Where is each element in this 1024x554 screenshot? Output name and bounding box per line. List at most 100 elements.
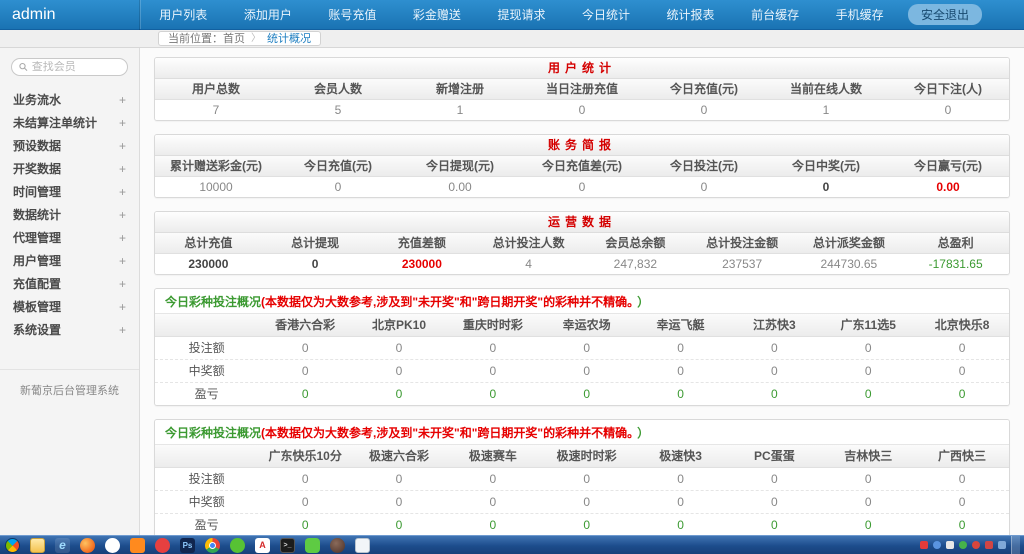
- sidebar-menu: 业务流水 + 未结算注单统计 + 预设数据 + 开奖数据 + 时间管理 + 数据…: [0, 88, 139, 341]
- stat-value-diff: 230000: [369, 254, 476, 274]
- profit-value: 0: [634, 383, 728, 405]
- internet-explorer-icon[interactable]: e: [55, 538, 70, 553]
- tray-help-icon[interactable]: [933, 541, 941, 549]
- column-header: 会员人数: [277, 79, 399, 99]
- panel-today-lottery-2: 今日彩种投注概况(本数据仅为大数参考,涉及到"未开奖"和"跨日期开奖"的彩种并不…: [154, 419, 1010, 535]
- stat-value: 7: [155, 100, 277, 120]
- expand-plus-icon[interactable]: +: [119, 300, 126, 314]
- sidebar-menu-item[interactable]: 系统设置 +: [0, 318, 139, 341]
- profit-value: 0: [727, 514, 821, 535]
- taskbar-apps: e Ps A >_: [0, 538, 370, 553]
- profit-value: 0: [821, 383, 915, 405]
- top-nav-item[interactable]: 添加用户: [244, 6, 292, 23]
- tray-sogou-icon[interactable]: [920, 541, 928, 549]
- tray-network-icon[interactable]: [998, 541, 1006, 549]
- font-tool-icon[interactable]: A: [255, 538, 270, 553]
- explorer-icon[interactable]: [30, 538, 45, 553]
- top-nav-item[interactable]: 用户列表: [159, 6, 207, 23]
- 2345-browser-icon[interactable]: [130, 538, 145, 553]
- media-player-icon[interactable]: [230, 538, 245, 553]
- profit-value: 0: [258, 383, 352, 405]
- sidebar-menu-item[interactable]: 未结算注单统计 +: [0, 111, 139, 134]
- bet-value: 0: [634, 468, 728, 490]
- expand-plus-icon[interactable]: +: [119, 139, 126, 153]
- stat-value: 0: [643, 177, 765, 197]
- stat-value: 1: [765, 100, 887, 120]
- bet-value: 0: [446, 337, 540, 359]
- sidebar-menu-item[interactable]: 开奖数据 +: [0, 157, 139, 180]
- expand-plus-icon[interactable]: +: [119, 231, 126, 245]
- expand-plus-icon[interactable]: +: [119, 323, 126, 337]
- expand-plus-icon[interactable]: +: [119, 254, 126, 268]
- stat-value: 0: [262, 254, 369, 274]
- expand-plus-icon[interactable]: +: [119, 277, 126, 291]
- profit-value: 0: [352, 383, 446, 405]
- notepad-icon[interactable]: [355, 538, 370, 553]
- lottery-column-header: 广东11选5: [821, 314, 915, 336]
- top-nav-item[interactable]: 提现请求: [497, 6, 545, 23]
- top-nav-item[interactable]: 手机缓存: [836, 6, 884, 23]
- sidebar-menu-item[interactable]: 业务流水 +: [0, 88, 139, 111]
- sidebar-menu-label: 数据统计: [13, 206, 61, 223]
- sidebar-menu-item[interactable]: 数据统计 +: [0, 203, 139, 226]
- bet-value: 0: [352, 468, 446, 490]
- expand-plus-icon[interactable]: +: [119, 162, 126, 176]
- column-header: 当日注册充值: [521, 79, 643, 99]
- profit-value: 0: [540, 514, 634, 535]
- firefox-icon[interactable]: [80, 538, 95, 553]
- member-search[interactable]: [11, 58, 128, 76]
- sidebar-menu-label: 模板管理: [13, 298, 61, 315]
- lottery-column-header: 广西快三: [915, 445, 1009, 467]
- lottery-column-header: 江苏快3: [727, 314, 821, 336]
- sogou-icon[interactable]: [155, 538, 170, 553]
- 360-safe-icon[interactable]: [105, 538, 120, 553]
- expand-plus-icon[interactable]: +: [119, 185, 126, 199]
- sidebar-menu-item[interactable]: 代理管理 +: [0, 226, 139, 249]
- user-app-icon[interactable]: [330, 538, 345, 553]
- row-label: 中奖额: [155, 491, 258, 513]
- wechat-icon[interactable]: [305, 538, 320, 553]
- photoshop-icon[interactable]: Ps: [180, 538, 195, 553]
- top-nav-item[interactable]: 今日统计: [582, 6, 630, 23]
- sidebar-menu-item[interactable]: 时间管理 +: [0, 180, 139, 203]
- expand-plus-icon[interactable]: +: [119, 93, 126, 107]
- start-button[interactable]: [5, 538, 20, 553]
- table-row: 230000 0 230000 4 247,832 237537 244730.…: [155, 254, 1009, 274]
- tray-clip-icon[interactable]: [946, 541, 954, 549]
- sidebar-menu-item[interactable]: 模板管理 +: [0, 295, 139, 318]
- sidebar-menu-item[interactable]: 预设数据 +: [0, 134, 139, 157]
- top-nav-item[interactable]: 彩金赠送: [413, 6, 461, 23]
- sidebar-menu-item[interactable]: 充值配置 +: [0, 272, 139, 295]
- bet-value: 0: [258, 468, 352, 490]
- column-header: 今日赢亏(元): [887, 156, 1009, 176]
- sidebar-menu-item[interactable]: 用户管理 +: [0, 249, 139, 272]
- sidebar-menu-label: 时间管理: [13, 183, 61, 200]
- lottery-column-header: PC蛋蛋: [727, 445, 821, 467]
- tray-green-status-icon[interactable]: [959, 541, 967, 549]
- expand-plus-icon[interactable]: +: [119, 208, 126, 222]
- panel-title-close: ）: [637, 426, 649, 440]
- breadcrumb-current[interactable]: 统计概况: [267, 32, 311, 46]
- panel-user-stats: 用户统计 用户总数会员人数新增注册当日注册充值今日充值(元)当前在线人数今日下注…: [154, 57, 1010, 121]
- bet-value: 0: [727, 468, 821, 490]
- expand-plus-icon[interactable]: +: [119, 116, 126, 130]
- top-nav-item[interactable]: 前台缓存: [751, 6, 799, 23]
- terminal-icon[interactable]: >_: [280, 538, 295, 553]
- top-nav-item[interactable]: 统计报表: [667, 6, 715, 23]
- tray-red-status-icon[interactable]: [972, 541, 980, 549]
- search-input[interactable]: [32, 61, 120, 73]
- app-logo: admin: [0, 0, 140, 30]
- bet-value: 0: [727, 337, 821, 359]
- logout-button[interactable]: 安全退出: [908, 4, 982, 25]
- bet-value: 0: [446, 468, 540, 490]
- lottery-column-header: 极速六合彩: [352, 445, 446, 467]
- top-nav-item[interactable]: 账号充值: [328, 6, 376, 23]
- top-nav: 用户列表 添加用户 账号充值 彩金赠送 提现请求 今日统计 统计报表 前台缓存 手机缓存: [140, 0, 902, 29]
- panel-today-lottery-1: 今日彩种投注概况(本数据仅为大数参考,涉及到"未开奖"和"跨日期开奖"的彩种并不…: [154, 288, 1010, 406]
- chrome-icon[interactable]: [205, 538, 220, 553]
- stat-value: 0: [277, 177, 399, 197]
- tray-alert-icon[interactable]: [985, 541, 993, 549]
- profit-value: 0: [915, 383, 1009, 405]
- show-desktop-button[interactable]: [1011, 536, 1020, 554]
- corner-cell: [155, 314, 258, 336]
